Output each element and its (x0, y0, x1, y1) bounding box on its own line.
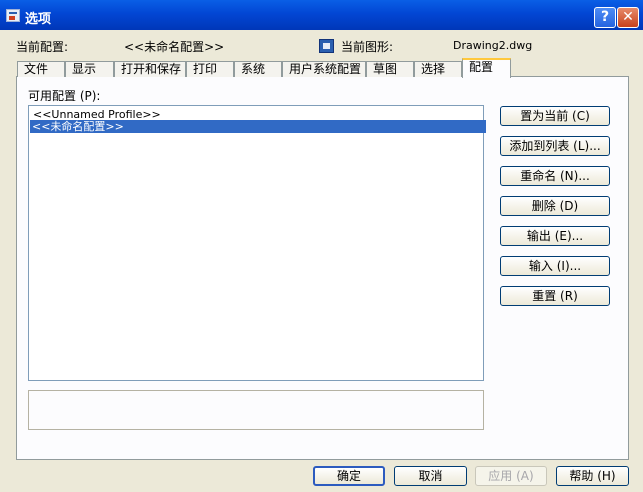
add-to-list-button[interactable]: 添加到列表 (L)... (500, 136, 610, 156)
app-icon (6, 9, 20, 22)
window-title: 选项 (25, 12, 52, 27)
tab-selection[interactable]: 选择 (414, 61, 462, 77)
tab-plot[interactable]: 打印 (186, 61, 234, 77)
profiles-list[interactable]: <<Unnamed Profile>> <<未命名配置>> (28, 105, 486, 381)
drawing-icon (319, 39, 334, 53)
current-drawing-label: 当前图形: (341, 40, 394, 54)
rename-button[interactable]: 重命名 (N)... (500, 166, 610, 186)
profile-description-box (28, 390, 484, 430)
tab-files[interactable]: 文件 (17, 61, 65, 77)
list-item-selected[interactable]: <<未命名配置>> (30, 120, 486, 133)
tab-system[interactable]: 系统 (234, 61, 282, 77)
title-bar[interactable]: 选项 ? ✕ (0, 0, 643, 30)
apply-button[interactable]: 应用 (A) (475, 466, 547, 486)
close-button[interactable]: ✕ (617, 7, 639, 28)
help-button[interactable]: 帮助 (H) (556, 466, 629, 486)
import-button[interactable]: 输入 (I)... (500, 256, 610, 276)
tab-open-save[interactable]: 打开和保存 (114, 61, 186, 77)
current-profile-label: 当前配置: (16, 40, 69, 54)
available-profiles-label: 可用配置 (P): (28, 89, 101, 103)
reset-button[interactable]: 重置 (R) (500, 286, 610, 306)
options-dialog: 选项 ? ✕ 当前配置: <<未命名配置>> 当前图形: Drawing2.dw… (0, 0, 643, 492)
tab-user-preferences[interactable]: 用户系统配置 (282, 61, 366, 77)
tab-profiles[interactable]: 配置 (462, 58, 511, 78)
delete-button[interactable]: 删除 (D) (500, 196, 610, 216)
tab-drafting[interactable]: 草图 (366, 61, 414, 77)
export-button[interactable]: 输出 (E)... (500, 226, 610, 246)
ok-button[interactable]: 确定 (313, 466, 385, 486)
cancel-button[interactable]: 取消 (394, 466, 467, 486)
tab-display[interactable]: 显示 (65, 61, 114, 77)
current-drawing-value: Drawing2.dwg (453, 39, 533, 52)
set-current-button[interactable]: 置为当前 (C) (500, 106, 610, 126)
help-title-button[interactable]: ? (594, 7, 616, 28)
current-profile-value: <<未命名配置>> (124, 40, 225, 54)
